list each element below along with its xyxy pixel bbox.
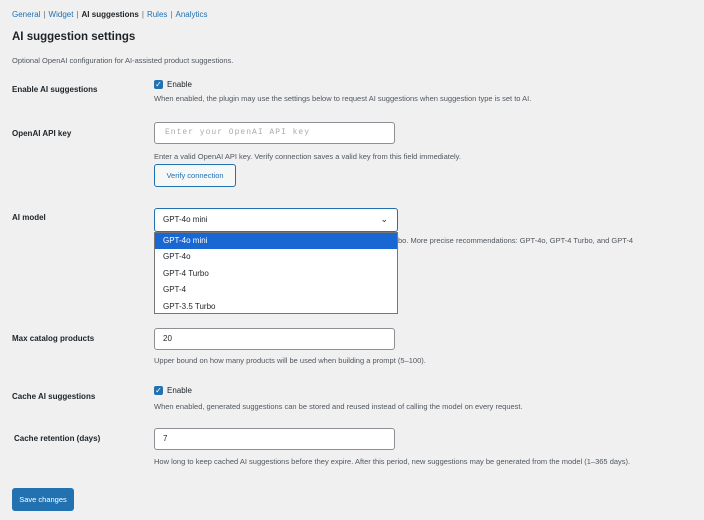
page-intro: Optional OpenAI configuration for AI-ass…: [12, 56, 234, 65]
ai-model-label: AI model: [12, 213, 46, 222]
max-products-description: Upper bound on how many products will be…: [154, 356, 426, 365]
enable-ai-label: Enable AI suggestions: [12, 85, 98, 94]
checkmark-icon: ✓: [155, 80, 162, 89]
ai-model-dropdown: GPT-4o mini GPT-4o GPT-4 Turbo GPT-4 GPT…: [154, 232, 398, 314]
ai-model-option[interactable]: GPT-3.5 Turbo: [155, 299, 397, 315]
max-products-input[interactable]: 20: [154, 328, 395, 350]
retention-input[interactable]: 7: [154, 428, 395, 450]
ai-model-select[interactable]: GPT-4o mini ⌄: [154, 208, 398, 232]
enable-ai-description: When enabled, the plugin may use the set…: [154, 94, 532, 103]
cache-checkbox-label[interactable]: Enable: [167, 386, 192, 395]
tab-separator: |: [170, 10, 173, 19]
tab-ai-suggestions[interactable]: AI suggestions: [82, 10, 139, 19]
enable-ai-checkbox[interactable]: ✓: [154, 80, 163, 89]
api-key-input[interactable]: Enter your OpenAI API key: [154, 122, 395, 144]
ai-model-description: bo. More precise recommendations: GPT-4o…: [398, 236, 634, 245]
ai-model-option[interactable]: GPT-4o: [155, 249, 397, 265]
api-key-label: OpenAI API key: [12, 129, 72, 138]
tab-widget[interactable]: Widget: [49, 10, 74, 19]
settings-tabs: General | Widget | AI suggestions | Rules | Anal…: [12, 10, 208, 19]
tab-general[interactable]: General: [12, 10, 40, 19]
ai-model-option[interactable]: GPT-4: [155, 282, 397, 298]
cache-description: When enabled, generated suggestions can …: [154, 402, 523, 411]
enable-ai-checkbox-label[interactable]: Enable: [167, 80, 192, 89]
retention-label: Cache retention (days): [14, 434, 101, 443]
ai-model-option[interactable]: GPT-4 Turbo: [155, 266, 397, 282]
cache-checkbox[interactable]: ✓: [154, 386, 163, 395]
chevron-down-icon: ⌄: [380, 214, 388, 224]
verify-connection-button[interactable]: Verify connection: [154, 164, 236, 187]
tab-analytics[interactable]: Analytics: [175, 10, 207, 19]
max-products-label: Max catalog products: [12, 334, 95, 343]
tab-separator: |: [141, 10, 144, 19]
cache-label: Cache AI suggestions: [12, 392, 96, 401]
retention-description: How long to keep cached AI suggestions b…: [154, 457, 631, 466]
save-changes-button[interactable]: Save changes: [12, 488, 74, 511]
ai-model-option[interactable]: GPT-4o mini: [155, 233, 397, 250]
page-title: AI suggestion settings: [12, 31, 136, 43]
checkmark-icon: ✓: [155, 386, 162, 395]
tab-rules[interactable]: Rules: [147, 10, 167, 19]
tab-separator: |: [76, 10, 79, 19]
api-key-description: Enter a valid OpenAI API key. Verify con…: [154, 152, 461, 161]
tab-separator: |: [43, 10, 46, 19]
ai-model-selected-value: GPT-4o mini: [163, 215, 208, 224]
